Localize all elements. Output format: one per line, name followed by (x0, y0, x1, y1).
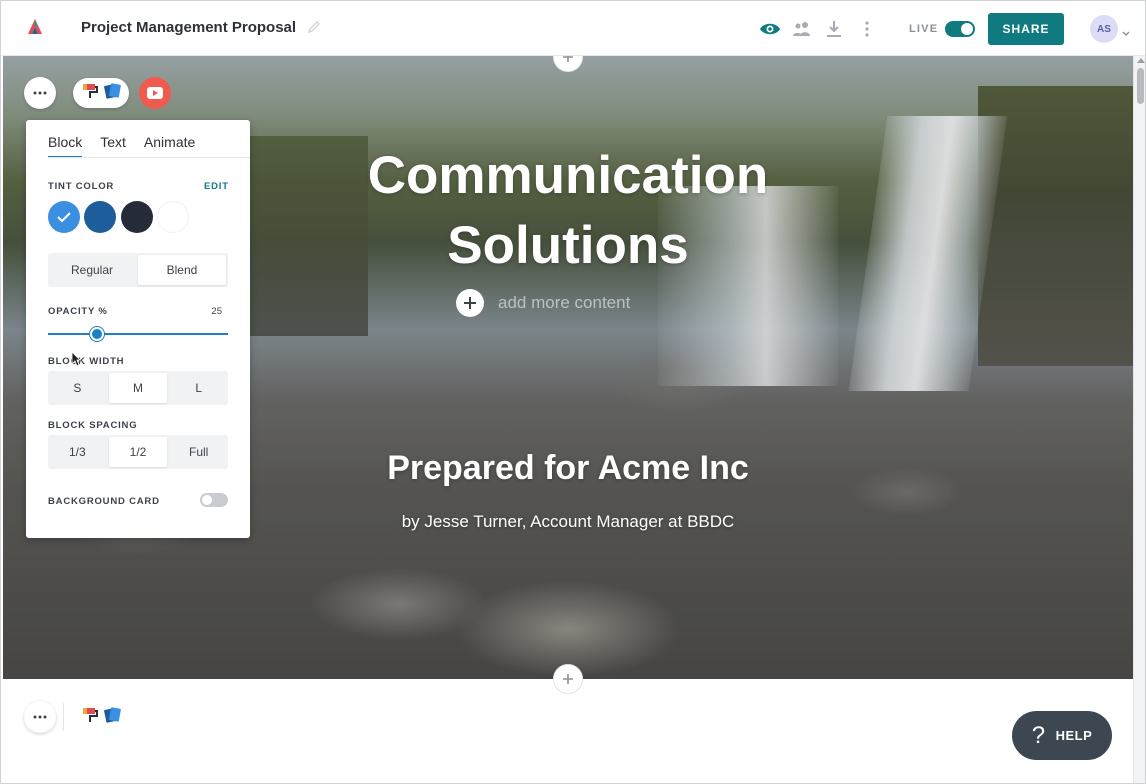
chevron-down-icon[interactable] (1122, 24, 1130, 36)
cards-icon (102, 706, 122, 729)
tint-swatch-dark-blue[interactable] (84, 201, 116, 233)
blend-mode-selector: Regular Blend (48, 253, 228, 287)
mouse-pointer-icon (71, 351, 81, 372)
add-content-plus-icon[interactable] (456, 289, 484, 317)
block-settings-panel: Block Text Animate TINT COLOR EDIT Regul… (26, 120, 250, 538)
scrollbar-thumb[interactable] (1137, 68, 1144, 104)
cards-icon (102, 82, 122, 105)
width-option-l[interactable]: L (169, 371, 228, 405)
width-option-s[interactable]: S (48, 371, 107, 405)
block-style-picker[interactable] (73, 78, 129, 108)
youtube-video-icon[interactable] (139, 77, 171, 109)
live-toggle[interactable] (945, 21, 975, 37)
question-mark-icon: ? (1031, 721, 1046, 749)
block-width-label: BLOCK WIDTH (48, 356, 125, 367)
paint-roller-icon (81, 706, 99, 729)
add-content-placeholder[interactable]: add more content (498, 293, 630, 313)
spacing-option-third[interactable]: 1/3 (48, 435, 107, 469)
opacity-slider-handle[interactable] (90, 327, 104, 341)
tint-edit-link[interactable]: EDIT (204, 181, 229, 192)
tab-text[interactable]: Text (100, 134, 126, 158)
width-option-m[interactable]: M (108, 373, 168, 403)
blend-mode-regular[interactable]: Regular (48, 253, 136, 287)
help-label: HELP (1055, 728, 1093, 743)
hero-byline[interactable]: by Jesse Turner, Account Manager at BBDC (283, 512, 853, 532)
panel-tabs: Block Text Animate (48, 134, 195, 158)
tab-block[interactable]: Block (48, 134, 83, 158)
app-window: Project Management Proposal LIVE SHARE A… (0, 0, 1146, 784)
block-spacing-selector: 1/3 1/2 Full (48, 435, 228, 469)
tint-swatch-navy[interactable] (121, 201, 153, 233)
next-block-style-picker[interactable] (73, 702, 129, 732)
help-button[interactable]: ? HELP (1012, 711, 1112, 760)
more-vertical-icon[interactable] (856, 18, 878, 40)
avatar[interactable]: AS (1090, 15, 1118, 43)
tint-color-label: TINT COLOR (48, 181, 115, 192)
hero-title-line1: Communication (367, 146, 769, 205)
tab-animate[interactable]: Animate (144, 134, 195, 158)
people-icon[interactable] (791, 18, 813, 40)
preview-eye-icon[interactable] (759, 18, 781, 40)
checkmark-icon (57, 212, 71, 223)
hero-subtitle[interactable]: Prepared for Acme Inc (283, 449, 853, 488)
scroll-up-arrow-icon[interactable] (1137, 58, 1145, 63)
tint-swatch-white[interactable] (157, 201, 189, 233)
opacity-label: OPACITY % (48, 306, 108, 317)
next-block-more-options-icon[interactable] (24, 701, 56, 733)
spacing-option-half[interactable]: 1/2 (108, 437, 168, 467)
edit-pencil-icon[interactable] (307, 20, 321, 34)
page-scrollbar[interactable] (1133, 56, 1145, 783)
add-content-row[interactable]: add more content (456, 289, 630, 317)
next-block (3, 679, 1133, 783)
insert-block-below-plus-icon[interactable] (553, 664, 583, 694)
paint-roller-icon (81, 82, 99, 105)
block-more-options-icon[interactable] (24, 77, 56, 109)
logo-icon[interactable] (25, 17, 45, 37)
block-width-selector: S M L (48, 371, 228, 405)
hero-title[interactable]: Communication Solutions (283, 141, 853, 281)
document-title[interactable]: Project Management Proposal (81, 19, 296, 36)
background-card-toggle[interactable] (200, 493, 228, 507)
spacing-option-full[interactable]: Full (169, 435, 228, 469)
opacity-slider-track[interactable] (48, 333, 228, 335)
opacity-value: 25 (211, 306, 222, 317)
hero-title-line2: Solutions (447, 216, 689, 275)
next-block-heading-cut-off[interactable]: .... (206, 769, 258, 783)
download-icon[interactable] (823, 18, 845, 40)
share-button[interactable]: SHARE (988, 13, 1064, 45)
top-bar: Project Management Proposal LIVE SHARE A… (1, 1, 1145, 56)
background-card-label: BACKGROUND CARD (48, 496, 160, 507)
block-spacing-label: BLOCK SPACING (48, 420, 138, 431)
blend-mode-blend[interactable]: Blend (138, 255, 226, 285)
tabs-divider (48, 157, 250, 158)
tint-swatch-light-blue[interactable] (48, 201, 80, 233)
live-label: LIVE (909, 23, 939, 35)
toolbar-divider (63, 703, 64, 731)
